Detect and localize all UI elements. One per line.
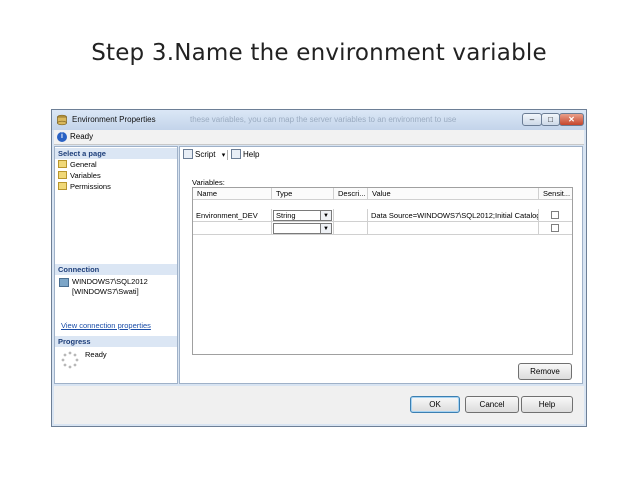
title-bar[interactable]: Environment Properties these variables, … <box>52 110 586 130</box>
cell-type[interactable]: ▼ <box>272 222 334 235</box>
minimize-button[interactable]: – <box>522 113 542 126</box>
type-value: String <box>276 211 296 220</box>
cell-name[interactable] <box>193 222 272 235</box>
select-page-header: Select a page <box>55 148 177 159</box>
page-item-general[interactable]: General <box>58 159 97 170</box>
database-icon <box>57 114 67 126</box>
page-item-permissions[interactable]: Permissions <box>58 181 111 192</box>
progress-status: Ready <box>85 350 107 359</box>
view-connection-properties-link[interactable]: View connection properties <box>61 321 151 330</box>
progress-header: Progress <box>55 336 177 347</box>
ok-button[interactable]: OK <box>410 396 460 413</box>
column-header-value[interactable]: Value <box>368 188 539 200</box>
close-button[interactable]: ✕ <box>559 113 584 126</box>
window-title: Environment Properties <box>72 115 156 124</box>
chevron-down-icon[interactable]: ▼ <box>320 224 331 233</box>
progress-spinner-icon <box>61 351 79 369</box>
page-item-label: Variables <box>70 171 101 180</box>
slide-title: Step 3.Name the environment variable <box>91 40 547 66</box>
right-pane: Script ▾ Help Variables: Name Type Descr… <box>179 146 583 384</box>
column-header-sensitive[interactable]: Sensit... <box>539 188 572 200</box>
connection-header: Connection <box>55 264 177 275</box>
chevron-down-icon[interactable]: ▼ <box>320 211 331 220</box>
page-item-variables[interactable]: Variables <box>58 170 101 181</box>
cell-type[interactable]: String ▼ <box>272 209 334 222</box>
help-icon <box>231 149 241 159</box>
ghost-background-text: these variables, you can map the server … <box>190 115 457 124</box>
sensitive-checkbox[interactable] <box>551 224 559 232</box>
remove-button[interactable]: Remove <box>518 363 572 380</box>
script-button[interactable]: Script ▾ <box>183 147 225 164</box>
cell-value[interactable] <box>368 222 539 235</box>
cell-sensitive[interactable] <box>539 222 572 235</box>
page-icon <box>58 160 67 168</box>
type-combobox[interactable]: ▼ <box>273 223 332 234</box>
help-toolbar-label: Help <box>243 150 260 159</box>
variables-grid[interactable]: Name Type Descri... Value Sensit... Envi… <box>192 187 573 355</box>
page-item-label: General <box>70 160 97 169</box>
help-toolbar-button[interactable]: Help <box>231 147 259 163</box>
page-icon <box>58 171 67 179</box>
type-combobox[interactable]: String ▼ <box>273 210 332 221</box>
status-bar: i Ready <box>54 130 584 145</box>
cancel-button[interactable]: Cancel <box>465 396 519 413</box>
page-item-label: Permissions <box>70 182 111 191</box>
server-icon <box>59 278 69 287</box>
cell-name[interactable]: Environment_DEV <box>193 209 272 222</box>
info-icon: i <box>57 132 67 142</box>
column-header-description[interactable]: Descri... <box>334 188 368 200</box>
toolbar-separator <box>227 150 228 160</box>
column-header-type[interactable]: Type <box>272 188 334 200</box>
connection-user: [WINDOWS7\Swati] <box>72 287 139 296</box>
sensitive-checkbox[interactable] <box>551 211 559 219</box>
page-icon <box>58 182 67 190</box>
help-button[interactable]: Help <box>521 396 573 413</box>
cell-description[interactable] <box>334 209 368 222</box>
button-bar: OK Cancel Help <box>54 386 584 424</box>
status-text: Ready <box>70 132 94 141</box>
toolbar: Script ▾ Help <box>180 147 582 163</box>
left-pane: Select a page General Variables Permissi… <box>54 146 178 384</box>
cell-value[interactable]: Data Source=WINDOWS7\SQL2012;Initial Cat… <box>368 209 539 222</box>
script-icon <box>183 149 193 159</box>
column-header-name[interactable]: Name <box>193 188 272 200</box>
maximize-button[interactable]: □ <box>541 113 560 126</box>
variables-label: Variables: <box>192 178 225 187</box>
connection-server: WINDOWS7\SQL2012 <box>72 277 148 286</box>
cell-sensitive[interactable] <box>539 209 572 222</box>
script-label: Script <box>195 150 216 159</box>
chevron-down-icon[interactable]: ▾ <box>222 152 226 159</box>
cell-description[interactable] <box>334 222 368 235</box>
environment-properties-dialog: Environment Properties these variables, … <box>51 109 587 427</box>
